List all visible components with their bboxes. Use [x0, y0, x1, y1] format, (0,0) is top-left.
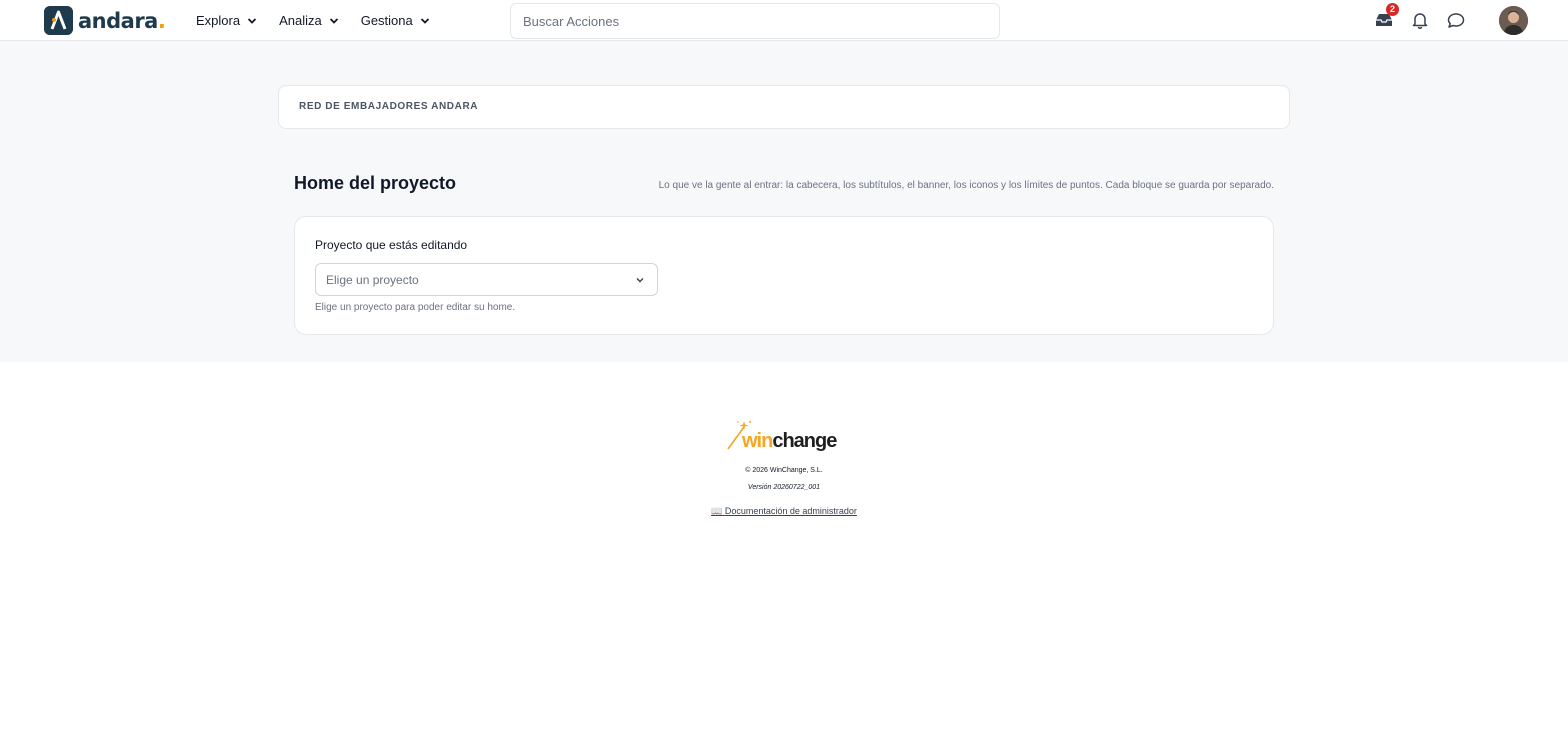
- menu-analiza-label: Analiza: [279, 13, 322, 28]
- top-navigation-bar: andara. Explora Analiza Gestiona 2: [0, 0, 1568, 41]
- chat-bubble-icon: [1447, 12, 1465, 28]
- chevron-down-icon: [329, 17, 338, 24]
- search-input[interactable]: [510, 3, 1000, 39]
- admin-docs-link-label: Documentación de administrador: [724, 506, 857, 516]
- menu-analiza[interactable]: Analiza: [279, 13, 339, 28]
- chevron-down-icon: [420, 17, 429, 24]
- page-description: Lo que ve la gente al entrar: la cabecer…: [658, 180, 1274, 191]
- project-select-placeholder: Elige un proyecto: [326, 273, 419, 287]
- page-footer: winchange © 2026 WinChange, S.L. Versión…: [0, 362, 1568, 741]
- main-content: RED DE EMBAJADORES ANDARA Home del proye…: [0, 41, 1568, 362]
- menu-gestiona[interactable]: Gestiona: [361, 13, 430, 28]
- copyright-text: © 2026 WinChange, S.L.: [745, 467, 823, 474]
- project-select-label: Proyecto que estás editando: [315, 238, 468, 252]
- winchange-wordmark: winchange: [742, 430, 837, 452]
- user-avatar[interactable]: [1499, 6, 1528, 35]
- inbox-button[interactable]: 2: [1373, 3, 1399, 31]
- chevron-down-icon: [247, 17, 257, 24]
- menu-gestiona-label: Gestiona: [360, 13, 413, 28]
- organization-name: RED DE EMBAJADORES ANDARA: [299, 101, 479, 112]
- organization-header-card: RED DE EMBAJADORES ANDARA: [278, 85, 1290, 129]
- page-title: Home del proyecto: [294, 173, 457, 193]
- project-selector-card: Proyecto que estás editando Elige un pro…: [294, 216, 1274, 335]
- logo-wordmark: andara.: [78, 8, 166, 33]
- user-avatar-image: [1499, 6, 1528, 35]
- project-select[interactable]: Elige un proyecto: [315, 263, 658, 296]
- menu-explora[interactable]: Explora: [196, 13, 257, 28]
- inbox-count-badge: 2: [1386, 3, 1399, 16]
- project-select-help-text: Elige un proyecto para poder editar su h…: [315, 302, 516, 313]
- admin-docs-link-row: 📖 Documentación de administrador: [0, 506, 1568, 517]
- andara-logo-icon: [44, 6, 73, 35]
- main-menu: Explora Analiza Gestiona: [196, 0, 452, 41]
- version-text: Versión 20260722_001: [747, 484, 821, 491]
- bell-icon: [1412, 13, 1428, 29]
- menu-explora-label: Explora: [196, 13, 241, 28]
- admin-docs-link[interactable]: 📖 Documentación de administrador: [711, 506, 857, 516]
- messages-button[interactable]: [1445, 9, 1467, 31]
- chevron-down-icon: [636, 278, 644, 283]
- andara-logo[interactable]: andara.: [44, 6, 166, 35]
- winchange-logo: winchange: [727, 418, 841, 454]
- notifications-button[interactable]: [1409, 9, 1431, 31]
- book-icon: 📖: [711, 506, 723, 516]
